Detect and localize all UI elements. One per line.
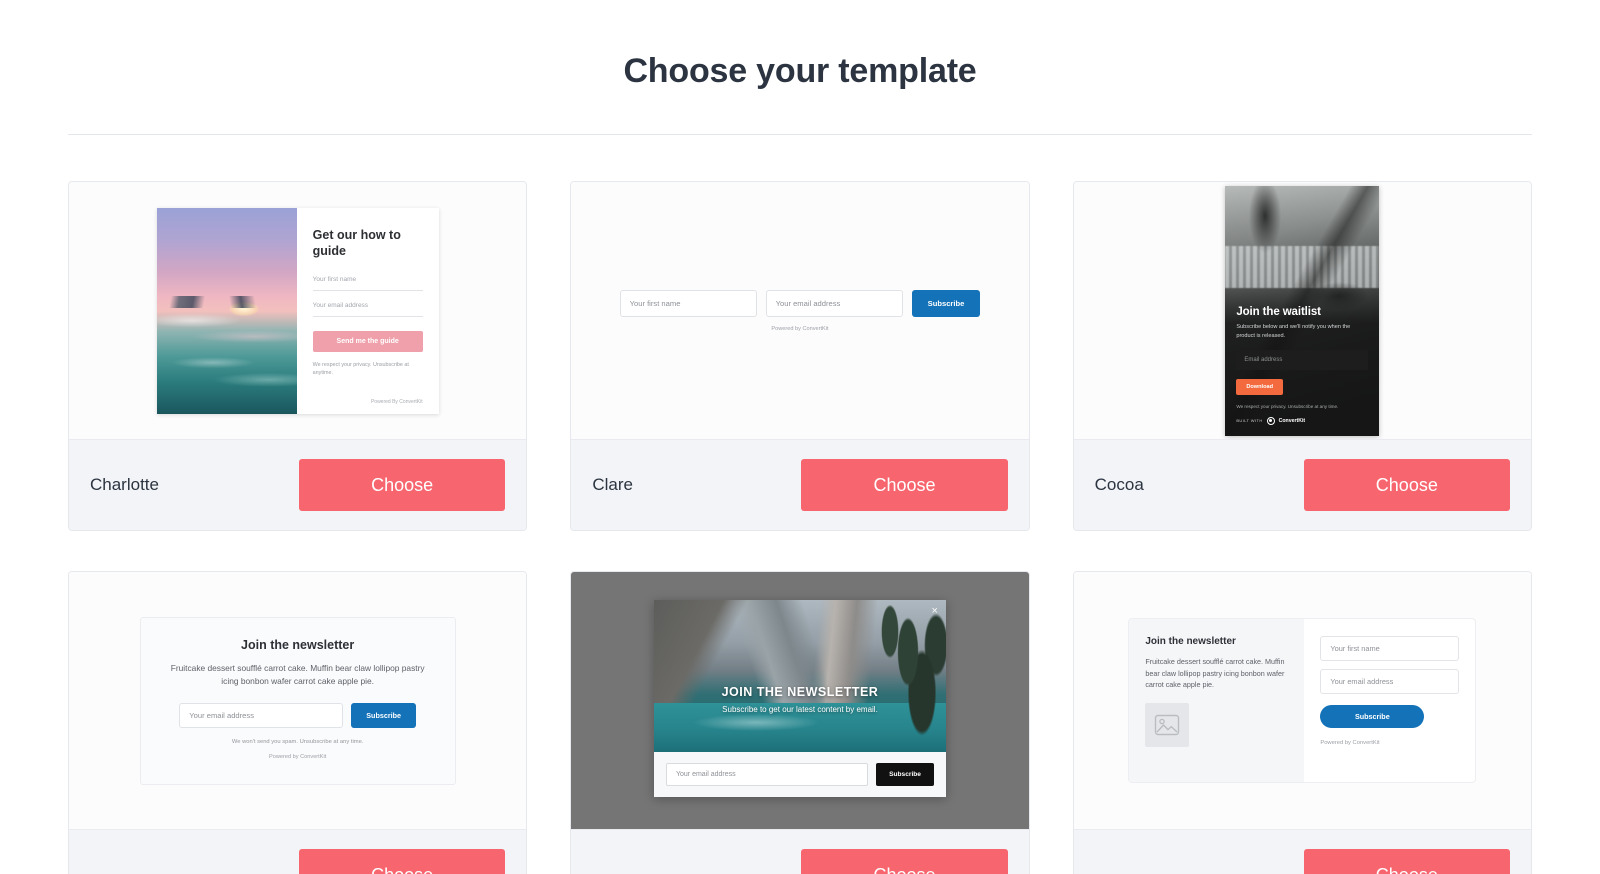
choose-button-charlotte[interactable]: Choose [299,459,506,511]
template-grid: Get our how to guide Your first name You… [68,181,1532,874]
t4-heading: Join the newsletter [241,637,355,652]
image-placeholder-icon [1145,702,1190,747]
template-preview-clare: Your first name Your email address Subsc… [571,182,1029,439]
header-divider [68,134,1532,135]
charlotte-cta-button[interactable]: Send me the guide [312,330,423,352]
charlotte-waves [156,300,297,414]
cocoa-content: Join the waitlist Subscribe below and we… [1225,296,1379,435]
modal-hero-image: × JOIN THE NEWSLETTER Subscribe to get o… [653,600,946,752]
clare-subscribe-button[interactable]: Subscribe [911,289,981,317]
clare-form-mock: Your first name Your email address Subsc… [619,289,981,332]
t5-heading: JOIN THE NEWSLETTER [721,685,879,700]
cocoa-heading: Join the waitlist [1236,306,1321,319]
charlotte-photo [156,207,297,414]
template-card-cocoa[interactable]: Join the waitlist Subscribe below and we… [1072,181,1532,531]
template-card-6[interactable]: Join the newsletter Fruitcake dessert so… [1072,571,1532,874]
cocoa-email-field[interactable]: Email address [1236,349,1369,370]
charlotte-form-mock: Get our how to guide Your first name You… [156,207,439,414]
clare-form-row: Your first name Your email address Subsc… [619,289,981,317]
charlotte-powered-by: Powered By ConvertKit [370,398,423,405]
charlotte-email-field[interactable]: Your email address [312,302,423,317]
template-card-clare[interactable]: Your first name Your email address Subsc… [570,181,1030,531]
template-preview-charlotte: Get our how to guide Your first name You… [69,182,527,439]
clare-powered-by: Powered by ConvertKit [771,325,829,332]
template-footer-cocoa: Cocoa Choose [1073,439,1531,530]
clare-email-field[interactable]: Your email address [765,289,903,317]
t6-email-field[interactable]: Your email address [1320,669,1460,694]
t6-body-text: Fruitcake dessert soufflé carrot cake. M… [1145,657,1285,690]
choose-template-page: Choose your template Get our how to guid… [0,0,1600,874]
choose-button-cocoa[interactable]: Choose [1303,459,1510,511]
t4-spam-note: We won't send you spam. Unsubscribe at a… [231,738,364,745]
t6-left-column: Join the newsletter Fruitcake dessert so… [1129,619,1305,782]
template-preview-4: Join the newsletter Fruitcake dessert so… [69,572,527,829]
t6-powered-by: Powered by ConvertKit [1320,740,1380,746]
template-footer-charlotte: Charlotte Choose [69,439,527,530]
template-preview-cocoa: Join the waitlist Subscribe below and we… [1073,182,1531,439]
modal-hero-text: JOIN THE NEWSLETTER Subscribe to get our… [654,685,946,714]
template-footer-4: Choose [69,829,527,874]
cocoa-privacy-text: We respect your privacy. Unsubscribe at … [1236,403,1339,409]
t5-subscribe-button[interactable]: Subscribe [876,763,934,786]
cocoa-download-button[interactable]: Download [1236,378,1284,395]
t6-right-column: Your first name Your email address Subsc… [1304,619,1475,782]
modal-trees [849,600,946,752]
template-name-clare: Clare [592,475,633,494]
two-column-form-mock: Join the newsletter Fruitcake dessert so… [1128,618,1477,783]
choose-button-4[interactable]: Choose [299,849,506,874]
t6-subscribe-button[interactable]: Subscribe [1320,705,1425,728]
t6-first-name-field[interactable]: Your first name [1320,636,1460,661]
charlotte-privacy-text: We respect your privacy. Unsubscribe at … [312,361,409,376]
template-footer-clare: Clare Choose [571,439,1029,530]
choose-button-6[interactable]: Choose [1303,849,1510,874]
cocoa-form-mock: Join the waitlist Subscribe below and we… [1225,185,1380,436]
template-card-4[interactable]: Join the newsletter Fruitcake dessert so… [68,571,528,874]
t4-subscribe-button[interactable]: Subscribe [351,702,417,728]
t4-powered-by: Powered by ConvertKit [269,753,327,760]
choose-button-5[interactable]: Choose [801,849,1008,874]
t5-subheading: Subscribe to get our latest content by e… [722,705,878,715]
template-name-cocoa: Cocoa [1094,475,1144,494]
template-card-5[interactable]: × JOIN THE NEWSLETTER Subscribe to get o… [570,571,1030,874]
t6-heading: Join the newsletter [1145,636,1236,647]
close-icon[interactable]: × [932,606,938,617]
charlotte-form-panel: Get our how to guide Your first name You… [297,208,439,414]
modal-form-mock: × JOIN THE NEWSLETTER Subscribe to get o… [653,600,946,797]
template-card-charlotte[interactable]: Get our how to guide Your first name You… [68,181,528,531]
cocoa-subheading: Subscribe below and we'll notify you whe… [1236,324,1351,339]
charlotte-first-name-field[interactable]: Your first name [312,276,423,291]
modal-form-row: Your email address Subscribe [653,752,946,797]
t4-form-row: Your email address Subscribe [179,702,417,728]
template-footer-6: Choose [1073,829,1531,874]
charlotte-heading: Get our how to guide [312,227,401,259]
convertkit-logo-icon [1266,416,1275,425]
t4-email-field[interactable]: Your email address [179,702,344,728]
newsletter-form-mock: Join the newsletter Fruitcake dessert so… [139,616,456,785]
t5-email-field[interactable]: Your email address [665,763,869,786]
page-title: Choose your template [623,52,977,90]
convertkit-brand-label: ConvertKit [1278,417,1306,424]
template-preview-6: Join the newsletter Fruitcake dessert so… [1073,572,1531,829]
cocoa-built-with-label: BUILT WITH [1236,418,1263,423]
cocoa-built-with: BUILT WITH ConvertKit [1236,416,1368,425]
template-footer-5: Choose [571,829,1029,874]
t4-body-text: Fruitcake dessert soufflé carrot cake. M… [170,662,425,687]
clare-first-name-field[interactable]: Your first name [619,289,757,317]
template-preview-5: × JOIN THE NEWSLETTER Subscribe to get o… [571,572,1029,829]
choose-button-clare[interactable]: Choose [801,459,1008,511]
template-name-charlotte: Charlotte [90,475,159,494]
